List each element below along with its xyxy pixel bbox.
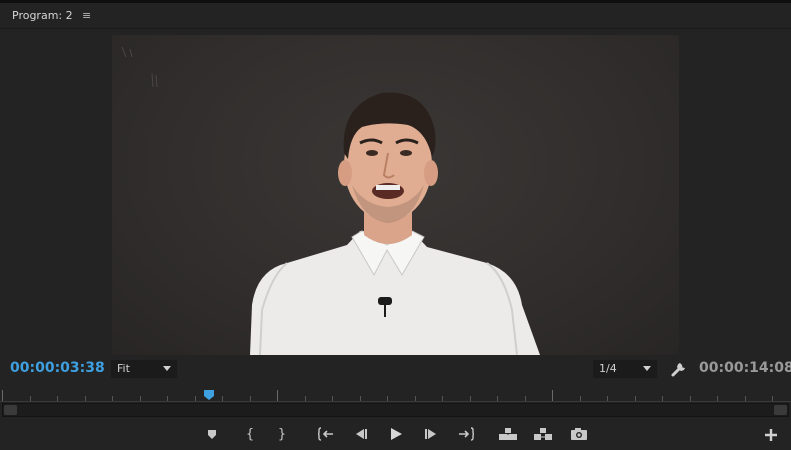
marker-icon xyxy=(208,430,216,439)
mark-out-icon: } xyxy=(277,426,287,442)
chevron-down-icon xyxy=(163,366,171,371)
playback-resolution-value: 1/4 xyxy=(599,362,617,375)
panel-menu-icon[interactable]: ≡ xyxy=(82,9,91,22)
add-button-icon xyxy=(765,429,777,441)
play-button[interactable] xyxy=(385,423,407,445)
step-back-button[interactable] xyxy=(350,423,372,445)
chevron-down-icon xyxy=(643,366,651,371)
zoom-level-value: Fit xyxy=(117,362,130,375)
go-to-in-icon xyxy=(318,427,333,441)
step-back-icon xyxy=(356,429,367,439)
scrollbar-right-handle[interactable] xyxy=(774,405,787,415)
go-to-in-button[interactable] xyxy=(315,423,337,445)
add-marker-button[interactable] xyxy=(201,423,223,445)
transport-controls: { } xyxy=(0,423,791,445)
scrollbar-left-handle[interactable] xyxy=(4,405,17,415)
panel-title[interactable]: Program: 2 xyxy=(12,9,73,22)
panel-header: Program: 2 ≡ xyxy=(0,3,791,29)
duration-timecode: 00:00:14:08 xyxy=(699,360,791,376)
time-ruler[interactable] xyxy=(0,386,791,402)
step-forward-icon xyxy=(425,429,436,439)
export-frame-icon xyxy=(571,428,587,440)
step-forward-button[interactable] xyxy=(420,423,442,445)
play-icon xyxy=(391,428,402,440)
zoom-level-dropdown[interactable]: Fit xyxy=(111,360,177,378)
export-frame-button[interactable] xyxy=(568,423,590,445)
go-to-out-icon xyxy=(459,427,474,441)
lift-button[interactable] xyxy=(497,423,519,445)
playhead-marker[interactable] xyxy=(203,390,214,400)
extract-button[interactable] xyxy=(532,423,554,445)
program-monitor-panel: Program: 2 ≡ 00:00:03:38 Fit 1/4 00:00:1… xyxy=(0,0,791,450)
current-timecode[interactable]: 00:00:03:38 xyxy=(10,360,105,376)
lift-icon xyxy=(499,428,517,440)
button-editor-add-icon[interactable] xyxy=(760,424,782,446)
go-to-out-button[interactable] xyxy=(455,423,477,445)
mark-out-button[interactable]: } xyxy=(271,423,293,445)
mark-in-icon: { xyxy=(245,426,255,442)
settings-wrench-icon[interactable] xyxy=(670,360,688,378)
video-frame-person xyxy=(121,46,540,355)
playback-resolution-dropdown[interactable]: 1/4 xyxy=(593,360,657,378)
zoom-scrollbar[interactable] xyxy=(2,403,789,417)
mark-in-button[interactable]: { xyxy=(239,423,261,445)
extract-icon xyxy=(534,428,552,440)
video-preview[interactable] xyxy=(112,35,679,355)
